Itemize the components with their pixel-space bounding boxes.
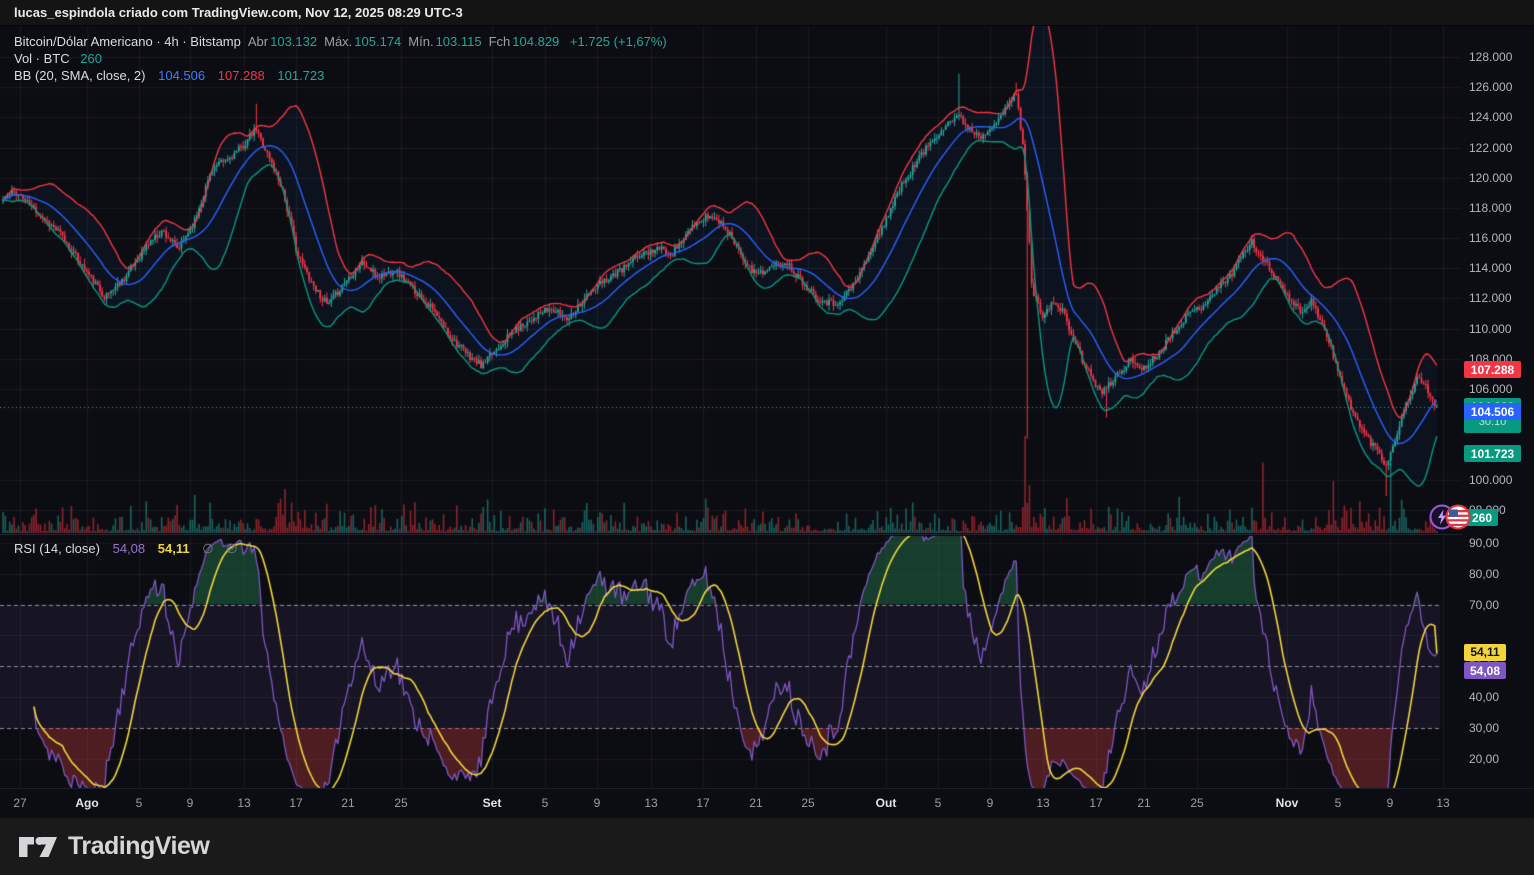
volume-label: Vol · BTC xyxy=(14,51,70,66)
time-tick-label: 9 xyxy=(1387,789,1394,817)
rsi-tick-label: 90,00 xyxy=(1469,536,1499,550)
time-tick-label: 5 xyxy=(1335,789,1342,817)
ohlc-field-value: 103.115 xyxy=(436,34,482,49)
ohlc-field-label: Máx. xyxy=(324,34,352,49)
bb-label: BB (20, SMA, close, 2) xyxy=(14,68,146,83)
price-tick-label: 120.000 xyxy=(1469,171,1512,185)
price-badge: 107.288 xyxy=(1464,361,1521,378)
rsi-tick-label: 40,00 xyxy=(1469,690,1499,704)
tradingview-logo[interactable]: TradingView xyxy=(18,832,209,862)
rsi-ma-value: 54,11 xyxy=(158,541,190,556)
rsi-value: 54,08 xyxy=(113,541,146,556)
price-tick-label: 110.000 xyxy=(1469,322,1512,336)
price-tick-label: 128.000 xyxy=(1469,50,1512,64)
ohlc-field-value: 104.829 xyxy=(512,34,559,49)
time-tick-label: 25 xyxy=(1190,789,1203,817)
time-tick-label: Nov xyxy=(1276,789,1299,817)
price-tick-label: 106.000 xyxy=(1469,382,1512,396)
ohlc-field-label: Mín. xyxy=(408,34,433,49)
price-tick-label: 122.000 xyxy=(1469,141,1512,155)
price-tick-label: 118.000 xyxy=(1469,201,1512,215)
time-tick-label: 21 xyxy=(1137,789,1150,817)
us-flag-icon xyxy=(1445,504,1471,535)
price-badge: 104.506 xyxy=(1464,403,1521,420)
rsi-empty-2: ∅ xyxy=(226,541,237,556)
symbol-title: Bitcoin/Dólar Americano · 4h · Bitstamp xyxy=(14,34,241,49)
rsi-badge: 54,11 xyxy=(1464,644,1506,661)
tradingview-mark-icon xyxy=(18,832,58,862)
rsi-tick-label: 20,00 xyxy=(1469,752,1499,766)
rsi-badge: 54,08 xyxy=(1464,662,1506,679)
time-tick-label: 21 xyxy=(749,789,762,817)
rsi-legend-row[interactable]: RSI (14, close) 54,08 54,11 ∅ ∅ xyxy=(14,541,238,557)
price-tick-label: 100.000 xyxy=(1469,473,1512,487)
ohlc-field-value: 105.174 xyxy=(354,34,401,49)
time-tick-label: 17 xyxy=(1089,789,1102,817)
rsi-tick-label: 70,00 xyxy=(1469,598,1499,612)
rsi-label: RSI (14, close) xyxy=(14,541,100,556)
symbol-legend-row[interactable]: Bitcoin/Dólar Americano · 4h · Bitstamp A… xyxy=(14,34,667,49)
price-tick-label: 124.000 xyxy=(1469,110,1512,124)
rsi-tick-label: 30,00 xyxy=(1469,721,1499,735)
ohlc-field-label: Fch xyxy=(489,34,511,49)
ohlc-field-value: 103.132 xyxy=(270,34,317,49)
price-chart-canvas[interactable] xyxy=(0,0,1534,818)
bb-upper-value: 107.288 xyxy=(218,68,265,83)
price-tick-label: 114.000 xyxy=(1469,261,1512,275)
price-tick-label: 112.000 xyxy=(1469,291,1512,305)
tradingview-chart-snapshot: lucas_espindola criado com TradingView.c… xyxy=(0,0,1534,875)
time-tick-label: 25 xyxy=(394,789,407,817)
time-tick-label: 5 xyxy=(542,789,549,817)
time-tick-label: 21 xyxy=(341,789,354,817)
change-value: +1.725 (+1,67%) xyxy=(570,34,667,49)
time-tick-label: 5 xyxy=(136,789,143,817)
time-tick-label: 13 xyxy=(644,789,657,817)
price-badge-value: 104.506 xyxy=(1471,405,1514,419)
price-badge-value: 101.723 xyxy=(1471,447,1514,461)
bb-lower-value: 101.723 xyxy=(277,68,324,83)
price-tick-label: 126.000 xyxy=(1469,80,1512,94)
watermark-bar: lucas_espindola criado com TradingView.c… xyxy=(0,0,1534,26)
ohlc-field-label: Abr xyxy=(248,34,268,49)
time-tick-label: 25 xyxy=(801,789,814,817)
time-tick-label: 17 xyxy=(289,789,302,817)
rsi-empty-1: ∅ xyxy=(202,541,213,556)
time-tick-label: 17 xyxy=(696,789,709,817)
rsi-tick-label: 80,00 xyxy=(1469,567,1499,581)
time-axis[interactable]: 27 Ago 5 9 13 17 21 25 Set 5 9 13 17 21 25 Out 5 9 13 17 21 2… xyxy=(0,788,1534,819)
time-tick-label: Set xyxy=(483,789,502,817)
time-tick-label: 9 xyxy=(594,789,601,817)
time-tick-label: 9 xyxy=(987,789,994,817)
bb-legend-row[interactable]: BB (20, SMA, close, 2) 104.506 107.288 1… xyxy=(14,68,324,83)
time-tick-label: 13 xyxy=(1036,789,1049,817)
price-tick-label: 116.000 xyxy=(1469,231,1512,245)
price-badge: 101.723 xyxy=(1464,445,1521,462)
brand-name: TradingView xyxy=(68,832,209,861)
time-tick-label: 9 xyxy=(187,789,194,817)
time-tick-label: Ago xyxy=(75,789,98,817)
time-tick-label: 13 xyxy=(237,789,250,817)
time-tick-label: Out xyxy=(876,789,897,817)
footer-bar: TradingView xyxy=(0,818,1534,875)
watermark-text: lucas_espindola criado com TradingView.c… xyxy=(14,5,463,20)
volume-legend-row[interactable]: Vol · BTC 260 xyxy=(14,51,102,66)
price-badge-value: 107.288 xyxy=(1471,363,1514,377)
time-tick-label: 13 xyxy=(1436,789,1449,817)
time-tick-label: 27 xyxy=(13,789,26,817)
bb-basis-value: 104.506 xyxy=(158,68,205,83)
volume-value: 260 xyxy=(80,51,102,66)
pane-separator[interactable] xyxy=(0,534,1462,535)
time-tick-label: 5 xyxy=(935,789,942,817)
